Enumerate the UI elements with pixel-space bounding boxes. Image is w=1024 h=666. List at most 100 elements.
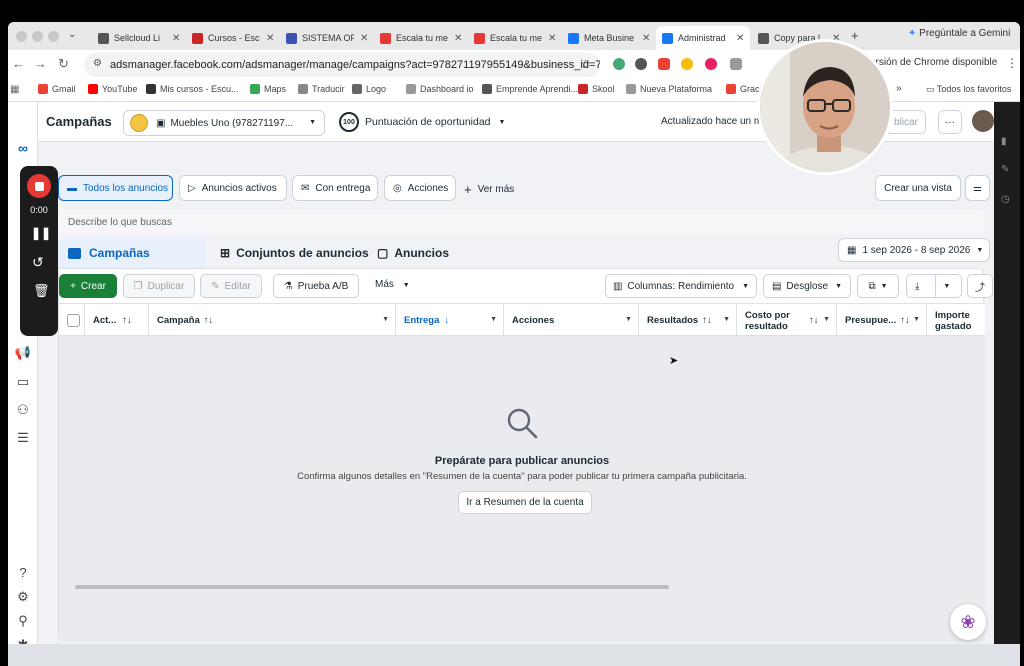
export-button[interactable]: ⤓ ▼: [906, 274, 962, 298]
view-filter-item[interactable]: ◎ Acciones: [384, 175, 456, 201]
create-button[interactable]: + Crear: [59, 274, 117, 298]
view-filter-item[interactable]: ▬ Todos los anuncios: [58, 175, 173, 201]
horizontal-scrollbar[interactable]: [75, 585, 669, 589]
bug-report-icon[interactable]: ✱: [14, 636, 32, 644]
bookmark-item[interactable]: Skool: [578, 84, 615, 94]
tab-ads[interactable]: ▢ Anuncios: [367, 238, 459, 268]
bookmarks-overflow[interactable]: »: [896, 83, 902, 94]
tab-search-chevron-icon[interactable]: ⌄: [68, 29, 76, 40]
edit-button[interactable]: ✎ Editar: [200, 274, 262, 298]
ab-test-button[interactable]: ⚗ Prueba A/B: [273, 274, 359, 298]
back-icon[interactable]: ←: [12, 56, 25, 71]
window-minimize-dot[interactable]: [32, 31, 43, 42]
browser-tab[interactable]: Administrad ✕: [656, 26, 751, 50]
all-bookmarks-folder[interactable]: ▭ Todos los favoritos: [926, 84, 1011, 95]
column-header-results[interactable]: Resultados ↑↓ ▼: [639, 304, 737, 337]
extension-icon[interactable]: [635, 58, 647, 70]
column-header-budget[interactable]: Presupue... ↑↓ ▼: [837, 304, 927, 337]
settings-gear-icon[interactable]: ⚙: [14, 588, 32, 606]
meta-logo-icon[interactable]: ∞: [14, 139, 32, 157]
bookmark-item[interactable]: Dashboard io: [406, 84, 474, 94]
bookmark-item[interactable]: YouTube: [88, 84, 137, 94]
opportunity-score[interactable]: 100 Puntuación de oportunidad ▼: [339, 112, 505, 132]
stop-recording-button[interactable]: [27, 174, 51, 198]
column-header-activity[interactable]: Act... ↑↓: [85, 304, 149, 337]
close-tab-icon[interactable]: ✕: [454, 33, 462, 44]
view-filter-item[interactable]: ▷ Anuncios activos: [179, 175, 287, 201]
column-header-actions[interactable]: Acciones ▼: [504, 304, 639, 337]
columns-button[interactable]: ▥ Columnas: Rendimiento ▼: [605, 274, 757, 298]
column-header-delivery[interactable]: Entrega ↓ ▼: [396, 304, 504, 337]
duplicate-button[interactable]: ❐ Duplicar: [123, 274, 195, 298]
extension-icon[interactable]: [681, 58, 693, 70]
chrome-update-notice[interactable]: ersión de Chrome disponible: [870, 57, 997, 68]
reload-icon[interactable]: ↻: [58, 56, 69, 72]
tab-ad-sets[interactable]: ⊞ Conjuntos de anuncios: [210, 238, 379, 268]
megaphone-icon[interactable]: 📢: [14, 344, 32, 362]
pause-icon[interactable]: ❚❚: [31, 226, 51, 240]
browser-tab[interactable]: SISTEMA OF ✕: [280, 26, 374, 50]
webcam-bubble[interactable]: [757, 39, 893, 175]
gemini-button[interactable]: ✦ Pregúntale a Gemini: [908, 28, 1010, 39]
extension-icon[interactable]: [730, 58, 742, 70]
address-bar[interactable]: ⚙ adsmanager.facebook.com/adsmanager/man…: [84, 53, 600, 77]
bookmark-item[interactable]: Nueva Plataforma: [626, 84, 712, 94]
bookmark-item[interactable]: Maps: [250, 84, 286, 94]
create-view-button[interactable]: Crear una vista: [875, 175, 961, 201]
all-tools-menu-icon[interactable]: ☰: [14, 429, 32, 447]
ai-assistant-flower-icon[interactable]: ❀: [950, 604, 986, 640]
audience-icon[interactable]: ⚇: [14, 401, 32, 419]
new-tab-button[interactable]: +: [851, 28, 859, 43]
more-actions-button[interactable]: Más ▼: [375, 279, 410, 290]
search-input[interactable]: Describe lo que buscas: [58, 210, 984, 234]
help-icon[interactable]: ?: [14, 563, 32, 581]
browser-tab[interactable]: Meta Busine ✕: [562, 26, 656, 50]
forward-icon[interactable]: →: [34, 56, 47, 71]
extension-icon[interactable]: [705, 58, 717, 70]
site-info-icon[interactable]: ⚙: [93, 58, 102, 69]
view-settings-button[interactable]: ⚌: [965, 175, 990, 201]
close-tab-icon[interactable]: ✕: [642, 33, 650, 44]
view-filter-item[interactable]: ✉ Con entrega: [292, 175, 378, 201]
breakdown-button[interactable]: ▤ Desglose ▼: [763, 274, 851, 298]
chart-icon[interactable]: ▮: [1001, 136, 1007, 147]
billing-card-icon[interactable]: ▭: [14, 373, 32, 391]
browser-tab[interactable]: Cursos - Esc ✕: [186, 26, 280, 50]
close-tab-icon[interactable]: ✕: [548, 33, 556, 44]
column-header-campaign[interactable]: Campaña ↑↓ ▼: [149, 304, 396, 337]
pencil-icon[interactable]: ✎: [1001, 164, 1009, 175]
bookmark-item[interactable]: Logo: [352, 84, 386, 94]
bookmark-item[interactable]: Graci: [726, 84, 762, 94]
extension-icon[interactable]: [613, 58, 625, 70]
charts-button[interactable]: ⤴: [967, 274, 993, 298]
see-more-views[interactable]: + Ver más: [464, 182, 514, 197]
browser-tab[interactable]: Sellcloud Li ✕: [92, 26, 186, 50]
date-range-picker[interactable]: ▦ 1 sep 2026 - 8 sep 2026 ▼: [838, 238, 990, 262]
select-all-checkbox[interactable]: [67, 314, 80, 327]
bookmark-item[interactable]: Traducir: [298, 84, 345, 94]
close-tab-icon[interactable]: ✕: [266, 33, 274, 44]
bookmark-star-icon[interactable]: ☆: [580, 57, 591, 71]
window-close-dot[interactable]: [16, 31, 27, 42]
browser-tab[interactable]: Escala tu me ✕: [374, 26, 468, 50]
apps-grid-icon[interactable]: ▦: [10, 84, 19, 95]
clock-icon[interactable]: ◷: [1001, 194, 1010, 205]
go-to-account-summary-button[interactable]: Ir a Resumen de la cuenta: [458, 491, 592, 514]
reports-button[interactable]: ⧉ ▼: [857, 274, 899, 298]
ad-account-selector[interactable]: ▣ Muebles Uno (978271197... ▼: [123, 110, 325, 136]
window-maximize-dot[interactable]: [48, 31, 59, 42]
bookmark-item[interactable]: Mis cursos - Escu...: [146, 84, 239, 94]
close-tab-icon[interactable]: ✕: [736, 33, 744, 44]
column-header-cost-per-result[interactable]: Costo por resultado ↑↓ ▼: [737, 304, 837, 337]
close-tab-icon[interactable]: ✕: [172, 33, 180, 44]
user-avatar[interactable]: [972, 110, 994, 132]
bookmark-item[interactable]: Emprende Aprendi...: [482, 84, 578, 94]
search-icon[interactable]: ⚲: [14, 612, 32, 630]
browser-tab[interactable]: Escala tu me ✕: [468, 26, 562, 50]
more-options-button[interactable]: ···: [938, 110, 962, 134]
close-tab-icon[interactable]: ✕: [360, 33, 368, 44]
gmail-extension-icon[interactable]: [658, 58, 670, 70]
trash-icon[interactable]: 🗑: [33, 283, 50, 299]
restart-icon[interactable]: ↺: [32, 254, 44, 271]
bookmark-item[interactable]: Gmail: [38, 84, 76, 94]
